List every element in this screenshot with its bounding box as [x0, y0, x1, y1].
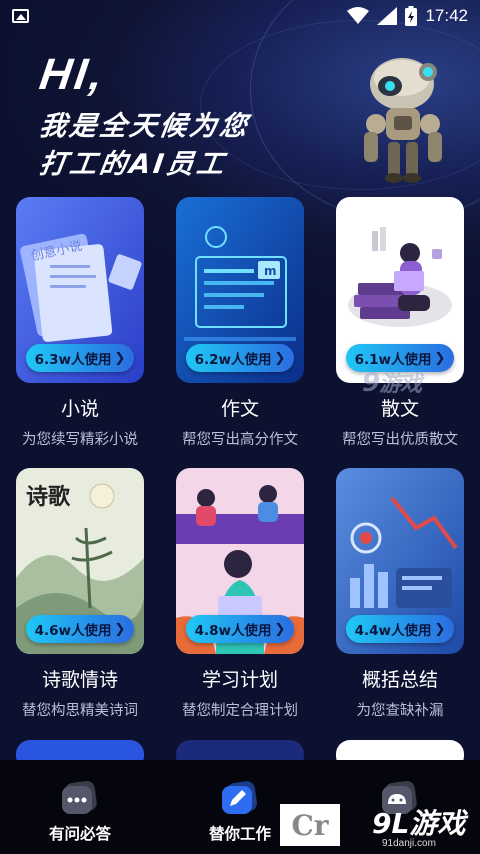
chevron-right-icon: ❯	[114, 350, 126, 366]
battery-charging-icon	[405, 6, 418, 26]
watermark-logo: 9游戏	[362, 368, 422, 398]
usage-pill[interactable]: 6.2w人使用 ❯	[186, 344, 294, 372]
chevron-right-icon: ❯	[114, 621, 126, 637]
feature-card-prose[interactable]: 6.1w人使用 ❯	[336, 197, 464, 383]
feature-card-study-plan[interactable]: 4.8w人使用 ❯	[176, 468, 304, 654]
usage-count: 6.2w人使用	[194, 352, 272, 368]
chevron-right-icon: ❯	[274, 621, 286, 637]
hero-greeting: HI,	[36, 50, 109, 99]
usage-pill[interactable]: 4.8w人使用 ❯	[186, 615, 294, 643]
usage-count: 4.8w人使用	[194, 623, 272, 639]
app-screen: 17:42 HI, 我是全天候为您 打工的AI员工 创意小说 6.3w人使用 ❯…	[0, 0, 480, 854]
usage-count: 4.4w人使用	[354, 623, 432, 639]
feature-card-poetry[interactable]: 诗歌 4.6w人使用 ❯	[16, 468, 144, 654]
usage-count: 6.1w人使用	[354, 352, 432, 368]
chevron-right-icon: ❯	[274, 350, 286, 366]
signal-icon	[377, 7, 398, 25]
usage-pill[interactable]: 6.3w人使用 ❯	[26, 344, 134, 372]
image-notification-icon	[12, 9, 29, 23]
usage-pill[interactable]: 4.6w人使用 ❯	[26, 615, 134, 643]
svg-text:m: m	[264, 264, 277, 278]
wifi-icon	[347, 7, 370, 24]
feature-card-summary[interactable]: 4.4w人使用 ❯	[336, 468, 464, 654]
status-bar: 17:42	[0, 0, 480, 32]
card-desc-study-plan: 替您制定合理计划	[182, 703, 298, 719]
chat-bubble-icon	[62, 780, 97, 814]
card-desc-essay: 帮您写出高分作文	[182, 432, 298, 448]
feature-card-novel[interactable]: 创意小说 6.3w人使用 ❯	[16, 197, 144, 383]
watermark-corner: Cr 9L游戏 91danji.com	[280, 802, 480, 854]
watermark-brand: 9L游戏	[372, 807, 466, 840]
card-desc-summary: 为您查缺补漏	[356, 703, 444, 719]
card-desc-prose: 帮您写出优质散文	[342, 432, 458, 448]
card-title-poetry: 诗歌情诗	[41, 669, 118, 691]
edit-pen-icon	[222, 781, 257, 814]
chevron-right-icon: ❯	[434, 621, 446, 637]
watermark-cr-logo: Cr	[280, 804, 340, 846]
nav-label-qa: 有问必答	[48, 825, 111, 843]
usage-pill[interactable]: 4.4w人使用 ❯	[346, 615, 454, 643]
chevron-right-icon: ❯	[434, 350, 446, 366]
usage-count: 6.3w人使用	[34, 352, 112, 368]
card-title-summary: 概括总结	[361, 669, 438, 691]
card-desc-poetry: 替您构思精美诗词	[22, 703, 138, 719]
nav-item-qa[interactable]: 有问必答	[0, 760, 160, 854]
robot-mascot-illustration	[364, 58, 442, 183]
status-time: 17:42	[425, 6, 468, 25]
card-desc-novel: 为您续写精彩小说	[22, 432, 138, 448]
card-title-study-plan: 学习计划	[201, 669, 278, 691]
usage-count: 4.6w人使用	[34, 623, 112, 639]
card-title-essay: 作文	[220, 398, 259, 420]
hero-tagline-line2: 打工的AI员工	[37, 149, 229, 180]
feature-card-essay[interactable]: m 6.2w人使用 ❯	[176, 197, 304, 383]
watermark-site: 91danji.com	[382, 838, 436, 849]
card-title-prose: 散文	[380, 398, 419, 420]
hero-tagline-line1: 我是全天候为您	[37, 111, 252, 142]
card-title-novel: 小说	[60, 398, 99, 420]
poetry-art-char1: 诗歌	[26, 484, 71, 510]
